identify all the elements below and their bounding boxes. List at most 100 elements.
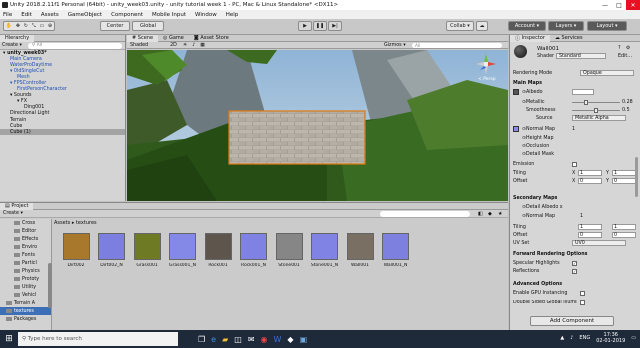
move-tool-icon[interactable]: ✥	[16, 23, 20, 29]
metallic-slider[interactable]	[572, 100, 620, 105]
secondary-offset-x-input[interactable]: 0	[578, 232, 602, 238]
layout-dropdown[interactable]: Layout ▾	[587, 21, 627, 31]
taskbar-search-input[interactable]: ⚲ Type here to search	[18, 332, 178, 346]
favorite-icon[interactable]: ★	[498, 211, 502, 217]
folder-item[interactable]: Fonts	[0, 251, 51, 259]
reflections-checkbox[interactable]: ✓	[572, 269, 577, 274]
folder-item[interactable]: Effects	[0, 235, 51, 243]
mail-icon[interactable]: ✉	[248, 335, 255, 344]
help-icon[interactable]: ?	[618, 46, 621, 51]
secondary-tiling-x-input[interactable]: 1	[578, 224, 602, 230]
pause-button[interactable]: ❚❚	[313, 21, 327, 31]
menu-assets[interactable]: Assets	[41, 12, 59, 18]
folder-item[interactable]: Terrain A	[0, 299, 51, 307]
pivot-global-toggle[interactable]: Global	[132, 21, 164, 31]
filter-type-icon[interactable]: ◧	[478, 211, 483, 217]
secondary-offset-y-input[interactable]: 0	[612, 232, 636, 238]
file-explorer-icon[interactable]: ▰	[222, 335, 228, 344]
texture-asset[interactable]: Grass001	[131, 233, 163, 268]
gpu-instancing-checkbox[interactable]	[580, 291, 585, 296]
tab-inspector[interactable]: ⓘ Inspector	[510, 34, 550, 42]
inspector-scrollbar[interactable]	[635, 157, 638, 197]
menu-component[interactable]: Component	[111, 12, 143, 18]
menu-gameobject[interactable]: GameObject	[68, 12, 102, 18]
texture-asset[interactable]: Rock001	[202, 233, 234, 268]
folder-item[interactable]: Vehicl	[0, 291, 51, 299]
shading-mode-dropdown[interactable]: Shaded	[130, 43, 148, 48]
scene-viewport[interactable]: < Persp	[127, 50, 508, 201]
offset-x-input[interactable]: 0	[578, 178, 602, 184]
persp-label[interactable]: < Persp	[478, 77, 496, 82]
minimize-button[interactable]: —	[598, 0, 612, 10]
rotate-tool-icon[interactable]: ↻	[24, 23, 28, 29]
scene-search-input[interactable]: All	[412, 42, 502, 48]
source-dropdown[interactable]: Metallic Alpha	[572, 115, 626, 121]
folder-item[interactable]: Prototy	[0, 275, 51, 283]
folder-item[interactable]: Enviro	[0, 243, 51, 251]
add-component-button[interactable]: Add Component	[530, 316, 614, 326]
start-button[interactable]: ⊞	[0, 330, 18, 348]
tab-scene[interactable]: # Scene	[127, 34, 159, 42]
tiling-y-input[interactable]: 1	[612, 170, 636, 176]
menu-window[interactable]: Window	[195, 12, 217, 18]
settings-gear-icon[interactable]: ⚙	[626, 46, 630, 51]
folder-item[interactable]: textures	[0, 307, 51, 315]
offset-y-input[interactable]: 0	[612, 178, 636, 184]
smoothness-slider-thumb[interactable]	[594, 108, 598, 113]
folder-item[interactable]: Particl	[0, 259, 51, 267]
maximize-button[interactable]: □	[612, 0, 626, 10]
audio-toggle-icon[interactable]: ♪	[192, 43, 195, 48]
folder-item[interactable]: Editor	[0, 227, 51, 235]
transform-tool-icon[interactable]: ⊕	[48, 23, 52, 29]
tab-asset-store[interactable]: ◙ Asset Store	[189, 35, 234, 42]
rendering-mode-dropdown[interactable]: Opaque	[580, 70, 634, 76]
texture-asset[interactable]: Rock001_N	[238, 233, 270, 268]
photos-icon[interactable]: ▣	[300, 335, 308, 344]
task-view-icon[interactable]: ❐	[198, 335, 205, 344]
folder-item[interactable]: Physics	[0, 267, 51, 275]
double-sided-gi-checkbox[interactable]	[580, 300, 585, 305]
menu-mobile-input[interactable]: Mobile Input	[152, 12, 186, 18]
store-icon[interactable]: ◫	[234, 335, 242, 344]
menu-edit[interactable]: Edit	[21, 12, 32, 18]
collab-button[interactable]: Collab ▾	[446, 21, 474, 31]
texture-asset[interactable]: Wall001	[344, 233, 376, 268]
folder-scrollbar[interactable]	[48, 263, 52, 308]
secondary-normal-value[interactable]: 1	[580, 214, 583, 219]
project-create-button[interactable]: Create ▾	[3, 211, 23, 216]
volume-icon[interactable]: ♪	[570, 335, 573, 341]
texture-asset[interactable]: Grass001_N	[167, 233, 199, 268]
folder-item[interactable]: Utility	[0, 283, 51, 291]
2d-toggle[interactable]: 2D	[170, 43, 177, 48]
close-button[interactable]: ✕	[626, 0, 640, 10]
texture-asset[interactable]: Stone001	[273, 233, 305, 268]
albedo-color-swatch[interactable]	[572, 89, 594, 95]
metallic-slider-thumb[interactable]	[584, 100, 589, 105]
specular-checkbox[interactable]: ✓	[572, 261, 577, 266]
normal-map-slot[interactable]	[513, 126, 519, 132]
effects-toggle-icon[interactable]: ▦	[200, 43, 205, 48]
smoothness-value[interactable]: 0.5	[622, 108, 630, 113]
scale-tool-icon[interactable]: ⤡	[32, 23, 36, 29]
clock[interactable]: 17:36 02-01-2019	[596, 332, 625, 344]
metallic-value[interactable]: 0.28	[622, 100, 633, 105]
texture-asset[interactable]: Dirt002	[60, 233, 92, 268]
word-icon[interactable]: W	[274, 335, 282, 344]
hand-tool-icon[interactable]: ✋	[6, 23, 12, 29]
folder-item[interactable]: Packages	[0, 315, 51, 323]
edge-icon[interactable]: e	[211, 335, 216, 344]
unity-taskbar-icon[interactable]: ◆	[287, 335, 293, 344]
chrome-icon[interactable]: ◉	[261, 335, 268, 344]
tab-services[interactable]: ☁ Services	[550, 35, 588, 42]
emission-checkbox[interactable]	[572, 162, 577, 167]
pivot-center-toggle[interactable]: Center	[100, 21, 130, 31]
tab-game[interactable]: ◎ Game	[158, 35, 189, 42]
secondary-tiling-y-input[interactable]: 1	[612, 224, 636, 230]
texture-asset[interactable]: Wall001_N	[380, 233, 412, 268]
play-button[interactable]: ▶	[298, 21, 312, 31]
shader-dropdown[interactable]: Standard	[556, 53, 606, 59]
hierarchy-search-input[interactable]: ⚲ All	[27, 42, 122, 49]
filter-label-icon[interactable]: ◆	[488, 211, 492, 217]
albedo-slot[interactable]	[513, 89, 519, 95]
menu-help[interactable]: Help	[226, 12, 239, 18]
